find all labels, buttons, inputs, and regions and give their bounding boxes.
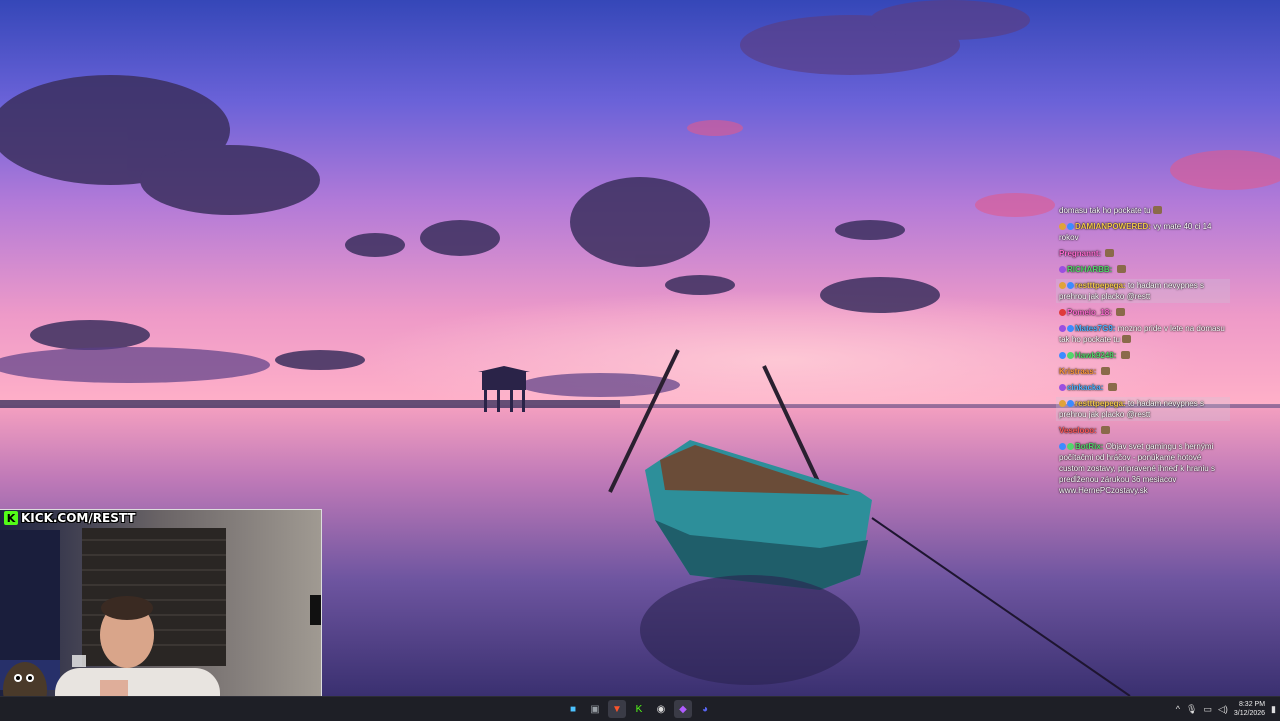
chat-message: Pomelo_18: (1056, 306, 1230, 319)
streamlabs-icon[interactable]: ◆ (674, 700, 692, 718)
sub-badge-icon (1067, 400, 1074, 407)
chat-emote-icon (1116, 308, 1126, 316)
chat-username[interactable]: Hawk9248: (1075, 351, 1116, 360)
chat-message: domasu tak ho pockate tu (1056, 204, 1230, 217)
windows-start-icon[interactable]: ■ (564, 700, 582, 718)
purple-badge-icon (1059, 266, 1066, 273)
chat-message: Veselooo: (1056, 424, 1230, 437)
chat-username[interactable]: restttpepega: (1075, 281, 1126, 290)
chat-message: Kristraas: (1056, 365, 1230, 378)
widgets-icon[interactable]: ▣ (586, 700, 604, 718)
orange-badge-icon (1059, 400, 1066, 407)
chat-username[interactable]: BotRix: (1075, 442, 1103, 451)
chat-emote-icon (1100, 367, 1110, 375)
sub-badge-icon (1067, 223, 1074, 230)
chat-message: RICHARBB: (1056, 263, 1230, 276)
network-icon[interactable]: ▭ (1203, 704, 1212, 715)
chat-message: restttpepega: to hadam nevypnes s prehro… (1056, 279, 1230, 303)
chat-emote-icon (1120, 351, 1130, 359)
clock-date: 3/12/2026 (1233, 710, 1266, 717)
notification-bell-icon[interactable]: ▮ (1271, 704, 1276, 715)
clock-time: 8:32 PM (1238, 701, 1266, 708)
chat-username[interactable]: DAMIANPOWERED: (1075, 222, 1151, 231)
chat-message: cinkacka: (1056, 381, 1230, 394)
volume-icon[interactable]: ◁) (1218, 704, 1228, 715)
webcam-overlay (0, 509, 322, 721)
taskbar-clock[interactable]: 8:32 PM 3/12/2026 (1234, 700, 1265, 718)
orange-badge-icon (1059, 223, 1066, 230)
windows-taskbar: ■ ▣ ▼ K ◉ ◆ ◕ ^ 🎙 ▭ ◁) 8:32 PM 3/12/2026 ▮ (0, 696, 1280, 721)
chat-username[interactable]: Veselooo: (1059, 426, 1097, 435)
webcam-feed-image (0, 510, 321, 721)
tray-overflow-chevron-icon[interactable]: ^ (1176, 704, 1180, 714)
chat-username[interactable]: RICHARBB: (1067, 265, 1112, 274)
chat-username[interactable]: Kristraas: (1059, 367, 1096, 376)
kick-logo-icon: K (4, 511, 18, 525)
mod-badge-icon (1067, 352, 1074, 359)
sub-badge-icon (1059, 443, 1066, 450)
chat-message: restttpepega: to hadam nevypnes s prehro… (1056, 397, 1230, 421)
chat-message: Mates7G9: mozno pride v lete na domasu t… (1056, 322, 1230, 346)
chat-username[interactable]: Pregnannt: (1059, 249, 1101, 258)
chat-message: BotRix: Objav svet gamingu s hernými poč… (1056, 440, 1230, 497)
chat-emote-icon (1116, 265, 1126, 273)
chat-message: DAMIANPOWERED: vy mate 40 ci 14 rokov (1056, 220, 1230, 244)
kick-channel-url: KICK.COM/RESTT (21, 511, 136, 525)
brave-browser-icon[interactable]: ▼ (608, 700, 626, 718)
chat-message: Hawk9248: (1056, 349, 1230, 362)
stream-chat-overlay: domasu tak ho pockate tu DAMIANPOWERED: v… (1056, 204, 1230, 500)
purple-badge-icon (1059, 325, 1066, 332)
microphone-icon[interactable]: 🎙 (1186, 704, 1197, 715)
orange-badge-icon (1059, 282, 1066, 289)
chat-username[interactable]: Mates7G9: (1075, 324, 1115, 333)
sub-badge-icon (1059, 352, 1066, 359)
chat-username[interactable]: Pomelo_18: (1067, 308, 1112, 317)
chat-emote-icon (1101, 426, 1111, 434)
mod-badge-icon (1067, 443, 1074, 450)
chat-username[interactable]: cinkacka: (1067, 383, 1103, 392)
chat-emote-icon (1105, 249, 1115, 257)
chat-emote-icon (1152, 206, 1162, 214)
purple-badge-icon (1059, 384, 1066, 391)
taskbar-pinned-apps: ■ ▣ ▼ K ◉ ◆ ◕ (564, 700, 714, 718)
kick-app-icon[interactable]: K (630, 700, 648, 718)
chat-emote-icon (1107, 383, 1117, 391)
sub-badge-icon (1067, 282, 1074, 289)
red-badge-icon (1059, 309, 1066, 316)
chat-emote-icon (1121, 335, 1131, 343)
kick-channel-banner: K KICK.COM/RESTT (0, 509, 140, 527)
chat-message: Pregnannt: (1056, 247, 1230, 260)
system-tray: ^ 🎙 ▭ ◁) 8:32 PM 3/12/2026 ▮ (1176, 697, 1276, 721)
chat-username[interactable]: restttpepega: (1075, 399, 1126, 408)
chat-message-text: domasu tak ho pockate tu (1059, 206, 1151, 215)
sub-badge-icon (1067, 325, 1074, 332)
obs-icon[interactable]: ◉ (652, 700, 670, 718)
discord-icon[interactable]: ◕ (696, 700, 714, 718)
